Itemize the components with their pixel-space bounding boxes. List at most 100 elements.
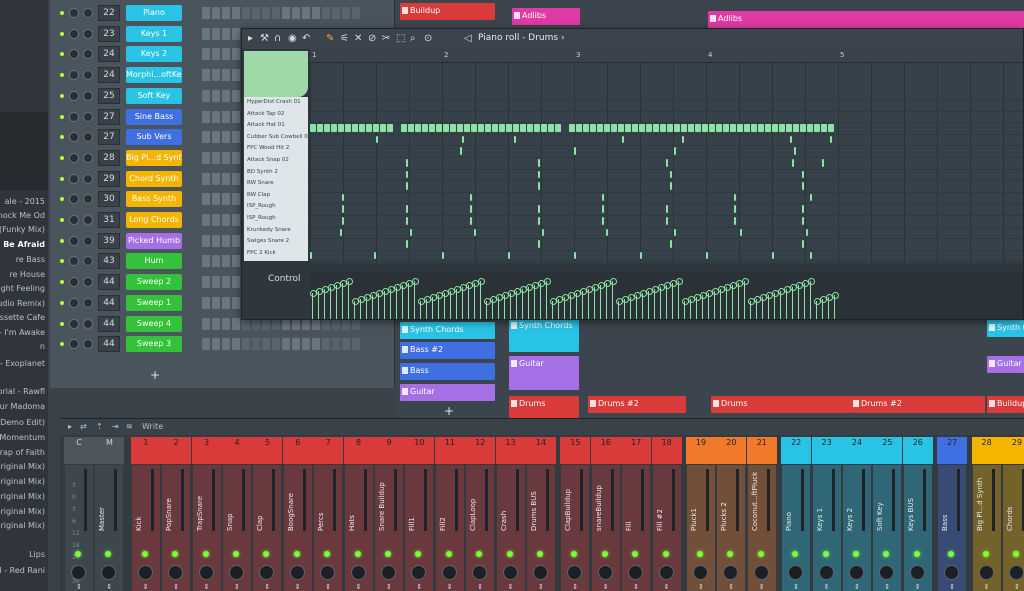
- channel-led[interactable]: [60, 342, 64, 347]
- velocity-bar[interactable]: [790, 284, 797, 319]
- bar-number[interactable]: 2: [444, 51, 448, 59]
- step-button[interactable]: [202, 214, 210, 226]
- mixer-strip-number[interactable]: 13: [495, 437, 526, 464]
- step-button[interactable]: [202, 172, 210, 185]
- step-button[interactable]: [212, 89, 220, 102]
- note[interactable]: [471, 124, 477, 132]
- channel-led[interactable]: [60, 11, 64, 15]
- velocity-bar[interactable]: [502, 292, 509, 319]
- note[interactable]: [730, 124, 736, 132]
- velocity-bar[interactable]: [772, 290, 779, 319]
- step-button[interactable]: [212, 48, 220, 61]
- velocity-bar[interactable]: [382, 288, 389, 319]
- browser-item[interactable]: Your Madoma: [0, 402, 45, 411]
- velocity-bar[interactable]: [436, 292, 443, 319]
- pan-knob[interactable]: [69, 8, 79, 18]
- mixer-fader[interactable]: [242, 469, 245, 531]
- bar-number[interactable]: 4: [708, 51, 712, 59]
- note[interactable]: [734, 217, 736, 225]
- note[interactable]: [514, 135, 516, 144]
- step-button[interactable]: [212, 255, 220, 268]
- channel-name-button[interactable]: Sweep 3: [126, 336, 182, 353]
- browser-item[interactable]: Original Mix): [0, 477, 45, 486]
- mixer-enable-led[interactable]: [75, 551, 81, 557]
- note[interactable]: [538, 217, 540, 225]
- pan-knob[interactable]: [69, 318, 79, 329]
- mixer-pan-knob[interactable]: [1009, 565, 1024, 580]
- mixer-enable-led[interactable]: [757, 551, 764, 557]
- step-button[interactable]: [302, 7, 310, 19]
- mixer-strip-name[interactable]: Bass: [941, 469, 955, 531]
- note[interactable]: [765, 124, 771, 132]
- velocity-bar[interactable]: [604, 280, 611, 319]
- note[interactable]: [462, 135, 464, 144]
- route-arrow-icon[interactable]: ⇕: [854, 583, 860, 591]
- note[interactable]: [802, 182, 804, 190]
- channel-name-button[interactable]: Keys 1: [126, 25, 182, 42]
- mixer-track-number[interactable]: 24: [98, 67, 120, 84]
- step-button[interactable]: [242, 7, 250, 19]
- step-sequencer[interactable]: [202, 338, 360, 351]
- note[interactable]: [734, 193, 736, 202]
- browser-item[interactable]: wal - Red Rani: [0, 566, 45, 575]
- note[interactable]: [345, 124, 351, 132]
- note[interactable]: [772, 251, 774, 260]
- mixer-track-number[interactable]: 22: [98, 5, 120, 21]
- drum-key-label[interactable]: Swiges Snare 2: [247, 238, 289, 244]
- drum-key-label[interactable]: ISP_Rough: [247, 215, 276, 221]
- velocity-bar[interactable]: [682, 298, 689, 319]
- volume-knob[interactable]: [83, 215, 93, 225]
- note[interactable]: [406, 240, 408, 248]
- step-button[interactable]: [202, 234, 210, 247]
- note[interactable]: [702, 124, 708, 132]
- step-button[interactable]: [222, 172, 230, 185]
- note[interactable]: [527, 124, 533, 132]
- route-arrow-icon[interactable]: ⇕: [143, 583, 149, 591]
- mixer-pan-knob[interactable]: [71, 565, 86, 580]
- velocity-bar[interactable]: [700, 292, 707, 319]
- mixer-strip-name[interactable]: Fill1: [408, 469, 422, 531]
- menu-arrow-icon[interactable]: ▸: [248, 33, 253, 44]
- mixer-route-icon[interactable]: ⇄: [80, 422, 87, 431]
- note[interactable]: [790, 135, 792, 144]
- playback-icon[interactable]: ⊙: [424, 33, 432, 44]
- bar-number[interactable]: 1: [312, 51, 316, 59]
- note[interactable]: [688, 124, 694, 132]
- step-button[interactable]: [272, 338, 280, 351]
- note[interactable]: [723, 124, 729, 132]
- velocity-bar[interactable]: [418, 298, 425, 319]
- browser-item[interactable]: - I'm Awake: [0, 328, 45, 337]
- note[interactable]: [410, 228, 412, 237]
- step-button[interactable]: [232, 276, 240, 289]
- mixer-pan-knob[interactable]: [198, 565, 214, 580]
- note[interactable]: [807, 124, 813, 132]
- velocity-bar[interactable]: [508, 290, 515, 319]
- mixer-strip[interactable]: 22 Piano ⇕: [781, 437, 812, 591]
- velocity-bar[interactable]: [754, 296, 761, 319]
- mixer-eq-icon[interactable]: ≋: [126, 422, 133, 431]
- step-button[interactable]: [202, 69, 210, 82]
- step-button[interactable]: [322, 338, 330, 351]
- note[interactable]: [674, 124, 680, 132]
- step-button[interactable]: [212, 69, 220, 82]
- route-arrow-icon[interactable]: ⇕: [572, 583, 578, 591]
- step-button[interactable]: [272, 7, 280, 19]
- step-button[interactable]: [202, 131, 210, 144]
- step-button[interactable]: [222, 193, 230, 206]
- mixer-strip-number[interactable]: 1: [130, 437, 161, 464]
- step-button[interactable]: [232, 234, 240, 247]
- velocity-bar[interactable]: [370, 292, 377, 319]
- mixer-pan-knob[interactable]: [381, 565, 396, 580]
- note[interactable]: [583, 124, 589, 132]
- note[interactable]: [646, 124, 652, 132]
- step-button[interactable]: [212, 296, 220, 309]
- mixer-enable-led[interactable]: [537, 551, 543, 557]
- channel-name-button[interactable]: Sine Bass: [126, 108, 182, 125]
- step-button[interactable]: [202, 296, 210, 309]
- route-arrow-icon[interactable]: ⇕: [508, 583, 514, 591]
- channel-led[interactable]: [60, 73, 64, 78]
- mixer-track-number[interactable]: 43: [98, 253, 120, 270]
- note[interactable]: [794, 147, 796, 155]
- browser-item[interactable]: - Knock Me Od: [0, 211, 45, 220]
- channel-led[interactable]: [60, 259, 64, 264]
